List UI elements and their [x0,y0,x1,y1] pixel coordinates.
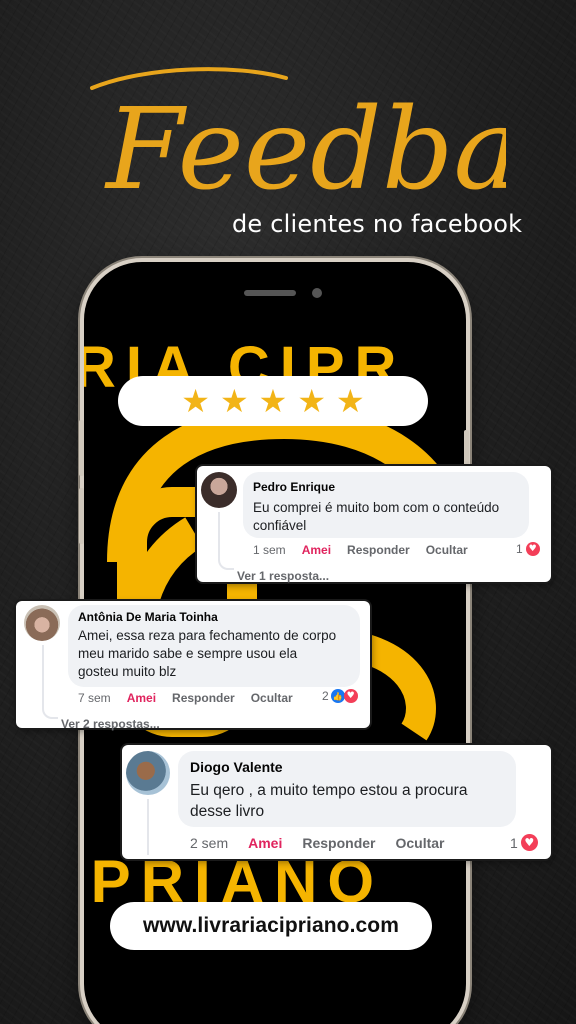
comment-line: Eu qero , a muito tempo estou a procura [190,782,468,799]
heart-icon: ♥ [343,689,358,703]
reply-button[interactable]: Responder [347,543,410,557]
comment-text: Eu comprei é muito bom com o conteúdo co… [253,499,499,535]
thread-line [42,645,44,709]
subtitle: de clientes no facebook [232,210,523,238]
comment-author[interactable]: Pedro Enrique [253,480,335,494]
comment-line: confiável [253,518,307,533]
reaction-count[interactable]: 2 👍 ♥ [322,689,358,703]
heart-icon: ♥ [525,542,540,556]
thread-line [147,799,149,855]
avatar[interactable] [126,751,170,795]
view-replies-link[interactable]: Ver 2 respostas... [61,717,160,731]
star-icon: ★ [181,382,210,420]
reaction-number: 1 [510,834,518,851]
amei-button[interactable]: Amei [302,543,331,557]
amei-button[interactable]: Amei [127,691,156,705]
phone-side-button [464,430,469,466]
comment-line: Eu comprei é muito bom com o conteúdo [253,500,500,515]
feedback-title-text: Feedback [104,85,506,215]
hide-button[interactable]: Ocultar [251,691,293,705]
comment-line: Amei, essa reza para fechamento de corpo [78,628,337,643]
avatar[interactable] [201,472,237,508]
hide-button[interactable]: Ocultar [395,835,444,851]
reaction-count[interactable]: 1 ♥ [510,834,538,851]
comment-line: desse livro [190,803,265,820]
comment-author[interactable]: Antônia De Maria Toinha [78,610,218,624]
star-icon: ★ [258,382,288,420]
comment-card-diogo: Diogo Valente Eu qero , a muito tempo es… [122,745,551,859]
comment-line: meu marido sabe e sempre usou ela [78,646,298,661]
view-replies-link[interactable]: Ver 1 resposta... [237,569,329,583]
comment-author[interactable]: Diogo Valente [190,759,283,775]
feedback-title: Feedback [90,67,506,215]
comment-card-pedro: Pedro Enrique Eu comprei é muito bom com… [197,466,551,583]
thread-curve [42,701,58,719]
comment-actions: 2 sem Amei Responder Ocultar [190,835,445,851]
amei-button[interactable]: Amei [248,835,282,851]
reply-button[interactable]: Responder [172,691,235,705]
heart-icon: ♥ [520,834,538,851]
comment-time[interactable]: 2 sem [190,835,228,851]
hide-button[interactable]: Ocultar [426,543,468,557]
reaction-number: 1 [516,542,523,556]
comment-card-antonia: Antônia De Maria Toinha Amei, essa reza … [16,601,370,731]
comment-text: Amei, essa reza para fechamento de corpo… [78,627,336,681]
comment-actions: 7 sem Amei Responder Ocultar [78,691,293,705]
avatar[interactable] [24,605,60,641]
star-icon: ★ [219,382,249,420]
star-icon: ★ [336,382,365,420]
star-icon: ★ [297,382,327,420]
comment-actions: 1 sem Amei Responder Ocultar [253,543,468,557]
reply-button[interactable]: Responder [302,835,375,851]
comment-time[interactable]: 1 sem [253,543,286,557]
phone-speaker [244,290,296,296]
comment-line: gosteu muito blz [78,664,177,679]
thread-curve [218,552,234,570]
comment-text: Eu qero , a muito tempo estou a procura … [190,780,467,822]
like-icon: 👍 [330,689,345,703]
phone-side-button [79,488,84,544]
phone-side-button [79,420,84,476]
rating-pill: ★ ★ ★ ★ ★ [118,376,428,426]
comment-time[interactable]: 7 sem [78,691,111,705]
reaction-count[interactable]: 1 ♥ [516,542,540,556]
website-url[interactable]: www.livrariacipriano.com [110,902,432,950]
phone-camera [312,288,322,298]
reaction-number: 2 [322,689,329,703]
